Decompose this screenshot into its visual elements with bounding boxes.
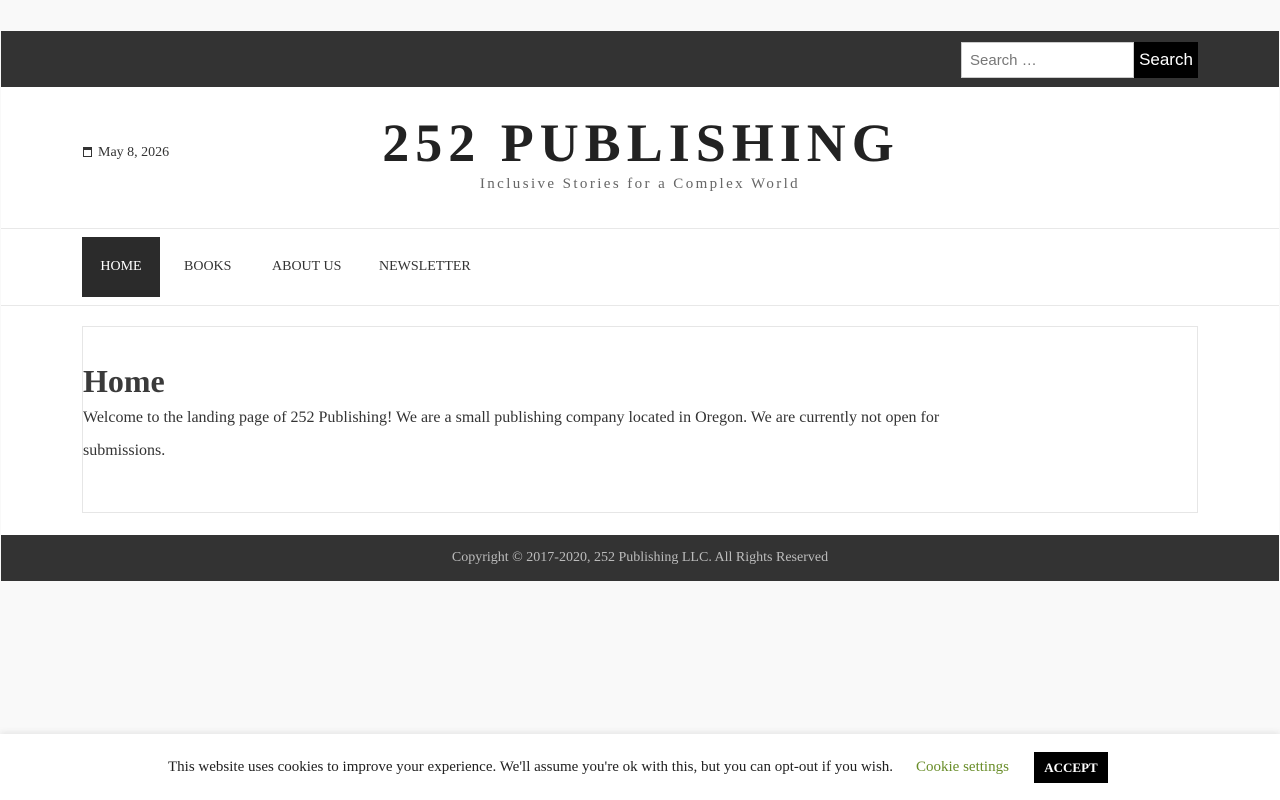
top-bar: Search: [1, 31, 1279, 87]
cookie-accept-button[interactable]: ACCEPT: [1034, 752, 1108, 783]
site-tagline: Inclusive Stories for a Complex World: [479, 176, 801, 192]
search-form: Search: [961, 42, 1198, 78]
cookie-consent-bar: This website uses cookies to improve you…: [0, 734, 1280, 800]
site-title[interactable]: 252 PUBLISHING: [1, 111, 1279, 175]
nav-item-books[interactable]: BOOKS: [184, 237, 231, 297]
site-header: May 8, 2026 252 PUBLISHING Inclusive Sto…: [1, 87, 1279, 228]
page-article: Home Welcome to the landing page of 252 …: [82, 326, 1198, 513]
nav-item-about-us[interactable]: ABOUT US: [272, 237, 341, 297]
footer-copyright: Copyright © 2017-2020, 252 Publishing LL…: [451, 550, 829, 565]
main-content: Home Welcome to the landing page of 252 …: [1, 306, 1279, 535]
page-body-text: Welcome to the landing page of 252 Publi…: [83, 409, 940, 459]
search-button[interactable]: Search: [1134, 42, 1198, 78]
site-footer: Copyright © 2017-2020, 252 Publishing LL…: [1, 535, 1279, 581]
cookie-settings-link[interactable]: Cookie settings: [916, 759, 1009, 776]
cookie-message: This website uses cookies to improve you…: [168, 759, 894, 775]
page-title: Home: [83, 363, 165, 399]
search-input[interactable]: [961, 42, 1134, 78]
nav-item-home[interactable]: HOME: [82, 237, 160, 297]
main-navigation: HOME BOOKS ABOUT US NEWSLETTER: [1, 228, 1279, 306]
nav-item-newsletter[interactable]: NEWSLETTER: [379, 237, 471, 297]
